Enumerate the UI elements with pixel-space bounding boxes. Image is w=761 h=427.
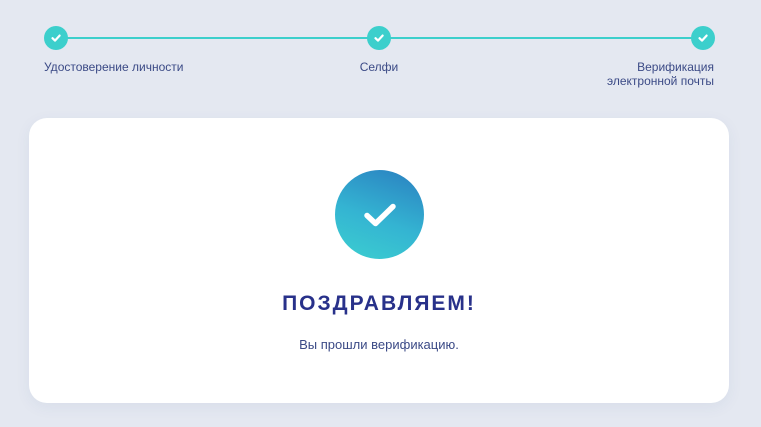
stepper-connector — [56, 37, 379, 39]
verification-stepper: Удостоверение личности Селфи Верификация… — [0, 0, 761, 100]
step-label-identity: Удостоверение личности — [44, 60, 184, 74]
success-subtitle: Вы прошли верификацию. — [299, 337, 459, 352]
success-card: ПОЗДРАВЛЯЕМ! Вы прошли верификацию. — [29, 118, 729, 403]
stepper-connector — [379, 37, 703, 39]
step-label-email-verification: Верификация электронной почты — [606, 60, 714, 88]
step-completed-check-icon — [44, 26, 68, 50]
success-title: ПОЗДРАВЛЯЕМ! — [282, 292, 476, 315]
step-completed-check-icon — [691, 26, 715, 50]
step-label-selfie: Селфи — [359, 60, 399, 74]
success-checkmark-icon — [335, 170, 424, 259]
step-completed-check-icon — [367, 26, 391, 50]
